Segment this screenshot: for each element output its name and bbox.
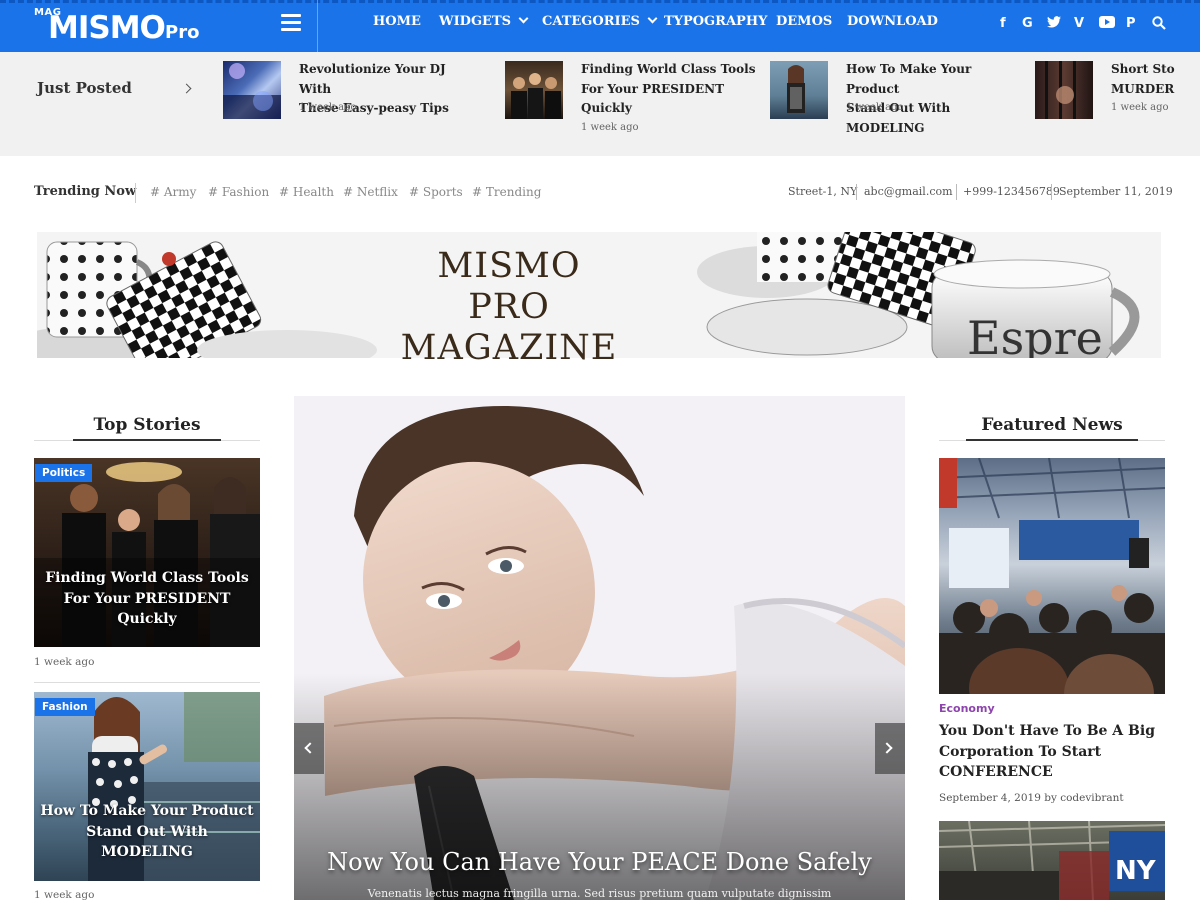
slider-title[interactable]: Now You Can Have Your PEACE Done Safely [294,848,905,876]
story-title-line: MODELING [101,844,193,860]
post-time: 1 week ago [299,102,357,113]
featured-title-line: Corporation To Start [939,743,1102,760]
date-text: September 11, 2019 [1059,185,1173,198]
divider [73,439,221,441]
featured-slider[interactable] [294,396,905,900]
hamburger-menu-icon[interactable] [281,14,301,32]
story-time: 1 week ago [34,889,95,900]
menu-item-widgets-label: WIDGETS [439,14,512,29]
post-title-line: MURDER [1111,81,1175,96]
tag-link[interactable]: # Fashion [208,185,269,199]
post-title[interactable]: How To Make Your Product Stand Out With … [846,60,1021,138]
post-title[interactable]: Short Sto MURDER [1111,60,1200,99]
featured-news-heading: Featured News [981,415,1123,435]
banner-title-line: MAGAZINE [400,328,618,368]
category-badge[interactable]: Politics [35,464,93,482]
featured-image[interactable]: NY [939,821,1165,900]
post-title[interactable]: Finding World Class Tools For Your PRESI… [581,60,756,119]
banner-title: MISMO PRO MAGAZINE [398,246,620,369]
story-title[interactable]: How To Make Your Product Stand Out With … [34,801,260,863]
post-time: 1 week ago [1111,102,1169,113]
post-title-line: For Your PRESIDENT [581,81,724,96]
menu-item-download[interactable]: DOWNLOAD [847,14,938,29]
post-title-line: Quickly [581,101,632,115]
youtube-icon[interactable] [1099,16,1115,34]
story-time: 1 week ago [34,656,95,668]
logo-name-text: MISMO [48,10,166,46]
menu-item-demos[interactable]: DEMOS [776,14,832,29]
story-title-line: For Your PRESIDENT [63,590,231,607]
tag-link[interactable]: # Health [279,185,334,199]
post-thumbnail[interactable] [223,61,281,119]
category-link[interactable]: Economy [939,702,995,715]
tag-link[interactable]: # Army [150,185,196,199]
menu-item-home[interactable]: HOME [373,14,421,29]
twitter-icon[interactable] [1047,16,1061,34]
top-stories-heading: Top Stories [93,415,201,435]
slider-prev-button[interactable] [294,723,324,774]
story-title-line: Quickly [117,611,177,627]
menu-item-categories-label: CATEGORIES [542,14,640,29]
phone-text: +999-123456789 [963,185,1060,198]
post-title-line: Finding World Class Tools [581,62,756,76]
tag-link[interactable]: # Netflix [343,185,398,199]
post-time: 1 week ago [581,122,639,133]
category-badge[interactable]: Fashion [35,698,95,716]
slider-next-button[interactable] [875,723,905,774]
chevron-left-icon [304,742,316,754]
featured-title[interactable]: You Don't Have To Be A Big Corporation T… [939,721,1165,783]
just-posted-label: Just Posted [37,79,132,97]
post-thumbnail[interactable] [1035,61,1093,119]
post-thumbnail[interactable] [770,61,828,119]
tag-link[interactable]: # Trending [472,185,541,199]
featured-title-line: CONFERENCE [939,764,1053,780]
story-title-line: Finding World Class Tools [45,570,249,586]
vimeo-icon[interactable]: V [1074,16,1084,34]
post-thumbnail[interactable] [505,61,563,119]
pinterest-icon[interactable]: P [1126,16,1136,34]
featured-image[interactable] [939,458,1165,694]
story-title[interactable]: Finding World Class Tools For Your PRESI… [34,568,260,630]
nav-divider [317,0,318,52]
story-title-line: Stand Out With [86,823,208,840]
post-title-line: How To Make Your Product [846,62,972,96]
story-title-line: How To Make Your Product [40,803,254,819]
google-icon[interactable]: G [1022,16,1033,34]
svg-text:NY: NY [1115,856,1157,886]
trending-label: Trending Now [34,184,137,199]
menu-item-typography[interactable]: TYPOGRAPHY [664,14,767,29]
divider [34,682,260,683]
tag-link[interactable]: # Sports [409,185,463,199]
post-title-line: Short Sto [1111,62,1175,76]
divider [856,184,857,200]
featured-meta: September 4, 2019 by codevibrant [939,792,1124,804]
divider [135,183,136,203]
email-link[interactable]: abc@gmail.com [864,185,953,198]
chevron-down-icon [647,13,658,24]
banner-title-line: MISMO PRO [437,246,581,327]
menu-item-categories[interactable]: CATEGORIES [542,13,658,29]
address-text: Street-1, NY [788,185,858,198]
facebook-icon[interactable]: f [1000,16,1006,34]
slider-subtitle: Venenatis lectus magna fringilla urna. S… [367,887,832,900]
post-title-line: Revolutionize Your DJ With [299,62,446,96]
divider [1051,184,1052,200]
chevron-down-icon [518,13,529,24]
search-icon[interactable] [1152,16,1166,34]
site-logo[interactable]: MAG MISMO Pro [34,4,204,48]
chevron-right-icon [881,742,893,754]
divider [966,439,1138,441]
featured-title-line: You Don't Have To Be A Big [939,723,1155,739]
menu-item-widgets[interactable]: WIDGETS [439,13,529,29]
svg-text:Espre: Espre [967,311,1103,358]
post-time: 1 week ago [846,102,904,113]
logo-suffix-text: Pro [165,22,200,43]
divider [956,184,957,200]
